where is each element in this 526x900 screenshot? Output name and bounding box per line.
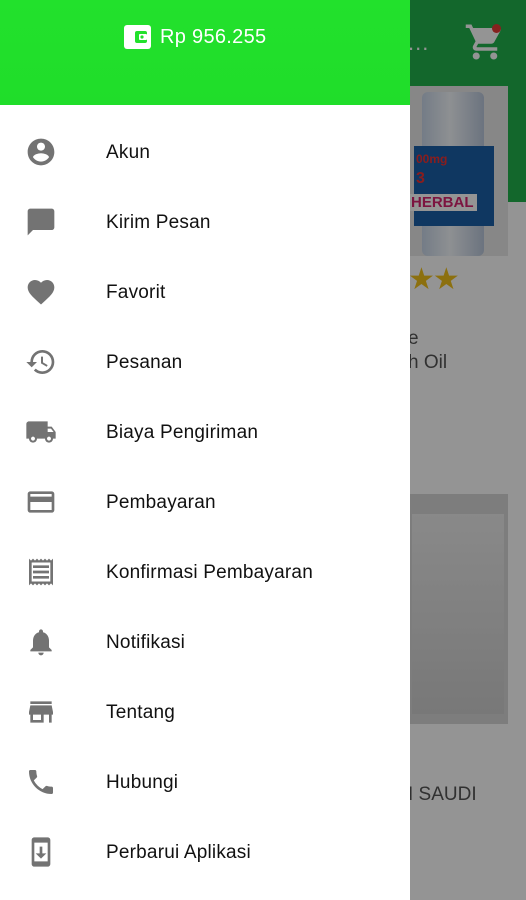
menu-item-label: Perbarui Aplikasi <box>106 842 251 863</box>
navigation-drawer: Rp 956.255 Akun Kirim Pesan Favorit Pesa… <box>0 0 410 900</box>
menu-item-label: Hubungi <box>106 772 179 793</box>
menu-item-akun[interactable]: Akun <box>0 118 410 188</box>
menu-item-pesanan[interactable]: Pesanan <box>0 328 410 398</box>
menu-item-perbarui-aplikasi[interactable]: Perbarui Aplikasi <box>0 818 410 888</box>
menu-item-kirim-pesan[interactable]: Kirim Pesan <box>0 188 410 258</box>
menu-item-label: Notifikasi <box>106 632 186 653</box>
menu-item-label: Tentang <box>106 702 176 723</box>
credit-card-icon <box>24 485 58 519</box>
account-circle-icon <box>24 135 58 169</box>
menu-item-notifikasi[interactable]: Notifikasi <box>0 608 410 678</box>
menu-item-label: Pesanan <box>106 352 183 373</box>
wallet-balance[interactable]: Rp 956.255 <box>123 24 266 50</box>
menu-item-favorit[interactable]: Favorit <box>0 258 410 328</box>
menu-item-biaya-pengiriman[interactable]: Biaya Pengiriman <box>0 398 410 468</box>
phone-icon <box>24 765 58 799</box>
menu-item-label: Kirim Pesan <box>106 212 211 233</box>
menu-item-label: Pembayaran <box>106 492 216 513</box>
menu-item-label: Biaya Pengiriman <box>106 422 259 443</box>
heart-icon <box>24 275 58 309</box>
drawer-header: Rp 956.255 <box>0 0 410 105</box>
message-icon <box>24 205 58 239</box>
menu-item-label: Akun <box>106 142 151 163</box>
balance-amount: Rp 956.255 <box>160 25 267 48</box>
menu-item-hubungi[interactable]: Hubungi <box>0 748 410 818</box>
phone-download-icon <box>24 835 58 869</box>
truck-icon <box>24 415 58 449</box>
wallet-icon <box>124 25 151 49</box>
drawer-menu: Akun Kirim Pesan Favorit Pesanan Biaya P <box>0 118 410 888</box>
receipt-icon <box>24 555 58 589</box>
menu-item-konfirmasi-pembayaran[interactable]: Konfirmasi Pembayaran <box>0 538 410 608</box>
menu-item-pembayaran[interactable]: Pembayaran <box>0 468 410 538</box>
menu-item-label: Favorit <box>106 282 166 303</box>
menu-item-label: Konfirmasi Pembayaran <box>106 562 313 583</box>
store-icon <box>24 695 58 729</box>
bell-icon <box>24 625 58 659</box>
history-icon <box>24 345 58 379</box>
menu-item-tentang[interactable]: Tentang <box>0 678 410 748</box>
